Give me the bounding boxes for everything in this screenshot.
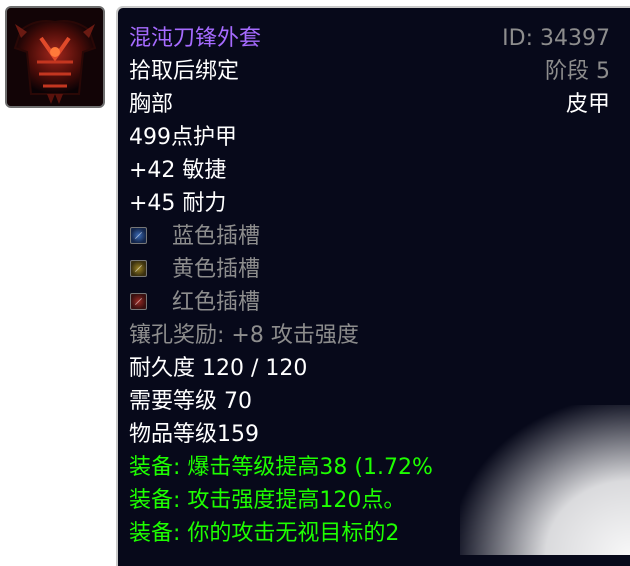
chest-armor-icon: [7, 8, 103, 106]
blue-socket-icon: [130, 227, 147, 244]
equip-effect: 装备: 你的攻击无视目标的2: [129, 521, 400, 546]
socket-label: 红色插槽: [172, 290, 261, 315]
socket-label: 蓝色插槽: [172, 224, 261, 249]
item-name-row: 混沌刀锋外套 ID: 34397: [129, 23, 610, 55]
item-id: ID: 34397: [502, 26, 610, 51]
item-tier: 阶段 5: [545, 59, 610, 84]
armor-type: 皮甲: [565, 92, 610, 117]
item-level: 物品等级159: [129, 422, 259, 447]
item-name: 混沌刀锋外套: [129, 26, 262, 51]
red-socket-icon: [130, 293, 147, 310]
item-tooltip: 混沌刀锋外套 ID: 34397 拾取后绑定 阶段 5 胸部 皮甲 499点护甲…: [116, 6, 630, 566]
socket-row-blue: 蓝色插槽: [129, 221, 610, 253]
equip-effect: 装备: 爆击等级提高38 (1.72%: [129, 455, 433, 480]
bind-row: 拾取后绑定 阶段 5: [129, 56, 610, 88]
required-level: 需要等级 70: [129, 389, 252, 414]
socket-row-yellow: 黄色插槽: [129, 254, 610, 286]
slot-row: 胸部 皮甲: [129, 89, 610, 121]
stat-agility: +42 敏捷: [129, 158, 227, 183]
yellow-socket-icon: [130, 260, 147, 277]
item-slot: 胸部: [129, 92, 174, 117]
socket-bonus: 镶孔奖励: +8 攻击强度: [129, 323, 359, 348]
socket-row-red: 红色插槽: [129, 287, 610, 319]
stat-stamina: +45 耐力: [129, 191, 227, 216]
bind-type: 拾取后绑定: [129, 59, 240, 84]
item-icon-frame[interactable]: [5, 6, 105, 108]
socket-label: 黄色插槽: [172, 257, 261, 282]
equip-effect: 装备: 攻击强度提高120点。: [129, 488, 406, 513]
durability: 耐久度 120 / 120: [129, 356, 308, 381]
armor-value: 499点护甲: [129, 125, 237, 150]
